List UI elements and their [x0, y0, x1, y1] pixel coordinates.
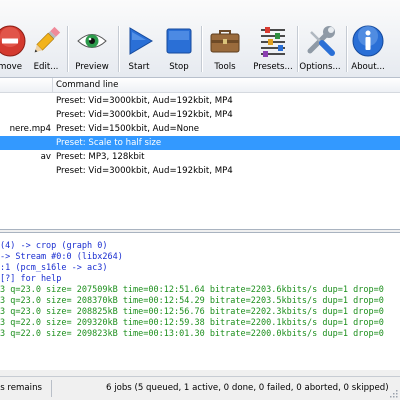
tools-button[interactable]: Tools [205, 0, 245, 78]
start-button[interactable]: Start [122, 0, 156, 78]
stop-icon [166, 28, 192, 54]
table-row[interactable]: Preset: Vid=3000kbit, Aud=192kbit, MP4 [0, 164, 400, 178]
status-bar: nds remains 6 jobs (5 queued, 1 active, … [0, 376, 400, 400]
wrench-screwdriver-icon [307, 26, 335, 56]
table-row[interactable]: Preset: Vid=3000kbit, Aud=192kbit, MP4 [0, 94, 400, 108]
pencil-icon [34, 26, 61, 53]
table-row[interactable]: av Preset: MP3, 128kbit [0, 150, 400, 164]
status-time-remaining: nds remains [0, 383, 42, 393]
edit-button[interactable]: Edit... [28, 0, 64, 78]
toolbar: move Edit... Preview Start Stop Tools Pr… [0, 0, 400, 78]
log-line: -> Stream #0:0 (libx264) [0, 252, 123, 262]
table-cell-command: Preset: Scale to half size [56, 138, 162, 148]
status-divider [51, 380, 52, 397]
presets-button[interactable]: Presets... [251, 0, 295, 78]
log-output[interactable]: (4) -> crop (graph 0) -> Stream #0:0 (li… [0, 232, 400, 370]
toolbox-icon [210, 30, 240, 53]
toolbar-separator [67, 26, 68, 72]
stop-button[interactable]: Stop [161, 0, 197, 78]
table-row-selected[interactable]: Preset: Scale to half size [0, 136, 400, 150]
presets-label: Presets... [253, 62, 293, 72]
log-line: 3 q=23.0 size= 208370kB time=00:12:54.29… [0, 296, 384, 306]
status-job-summary: 6 jobs (5 queued, 1 active, 0 done, 0 fa… [106, 383, 389, 393]
tools-label: Tools [214, 62, 236, 72]
toolbar-separator [118, 26, 119, 72]
options-label: Options... [299, 62, 341, 72]
log-line: 3 q=23.0 size= 208825kB time=00:12:56.76… [0, 307, 384, 317]
options-button[interactable]: Options... [298, 0, 342, 78]
about-label: About... [351, 62, 385, 72]
start-label: Start [128, 62, 150, 72]
table-row[interactable]: nere.mp4 Preset: Vid=1500kbit, Aud=None [0, 122, 400, 136]
toolbar-separator [201, 26, 202, 72]
column-header-command-line[interactable]: Command line [56, 80, 118, 90]
play-icon [129, 27, 153, 55]
log-line: 3 q=23.0 size= 207509kB time=00:12:51.64… [0, 285, 384, 295]
log-line: 3 q=22.0 size= 209320kB time=00:12:59.38… [0, 318, 384, 328]
table-cell-command: Preset: Vid=3000kbit, Aud=192kbit, MP4 [56, 110, 233, 120]
eye-icon [77, 34, 107, 48]
log-line: [?] for help [0, 274, 62, 284]
resize-grip-icon[interactable] [388, 388, 398, 398]
remove-button[interactable]: move [0, 0, 30, 78]
edit-label: Edit... [33, 62, 59, 72]
table-cell-command: Preset: Vid=3000kbit, Aud=192kbit, MP4 [56, 166, 233, 176]
job-table[interactable]: Command line Preset: Vid=3000kbit, Aud=1… [0, 78, 400, 230]
table-row[interactable]: Preset: Vid=3000kbit, Aud=192kbit, MP4 [0, 108, 400, 122]
info-icon [352, 25, 384, 57]
sliders-icon [261, 27, 285, 57]
table-cell-command: Preset: Vid=3000kbit, Aud=192kbit, MP4 [56, 96, 233, 106]
log-line: :1 (pcm_s16le -> ac3) [0, 263, 108, 273]
log-line: 3 q=22.0 size= 209823kB time=00:13:01.30… [0, 329, 384, 339]
table-cell-command: Preset: Vid=1500kbit, Aud=None [56, 124, 200, 134]
column-divider[interactable] [52, 78, 53, 93]
table-header: Command line [0, 78, 400, 93]
stop-label: Stop [169, 62, 189, 72]
table-cell-file: nere.mp4 [9, 124, 51, 134]
log-line: (4) -> crop (graph 0) [0, 241, 108, 251]
about-button[interactable]: About... [348, 0, 388, 78]
remove-label: move [0, 62, 22, 72]
toolbar-separator [346, 26, 347, 72]
remove-icon [0, 25, 26, 57]
preview-label: Preview [75, 62, 109, 72]
preview-button[interactable]: Preview [70, 0, 114, 78]
table-cell-command: Preset: MP3, 128kbit [56, 152, 145, 162]
table-cell-file: av [40, 152, 51, 162]
